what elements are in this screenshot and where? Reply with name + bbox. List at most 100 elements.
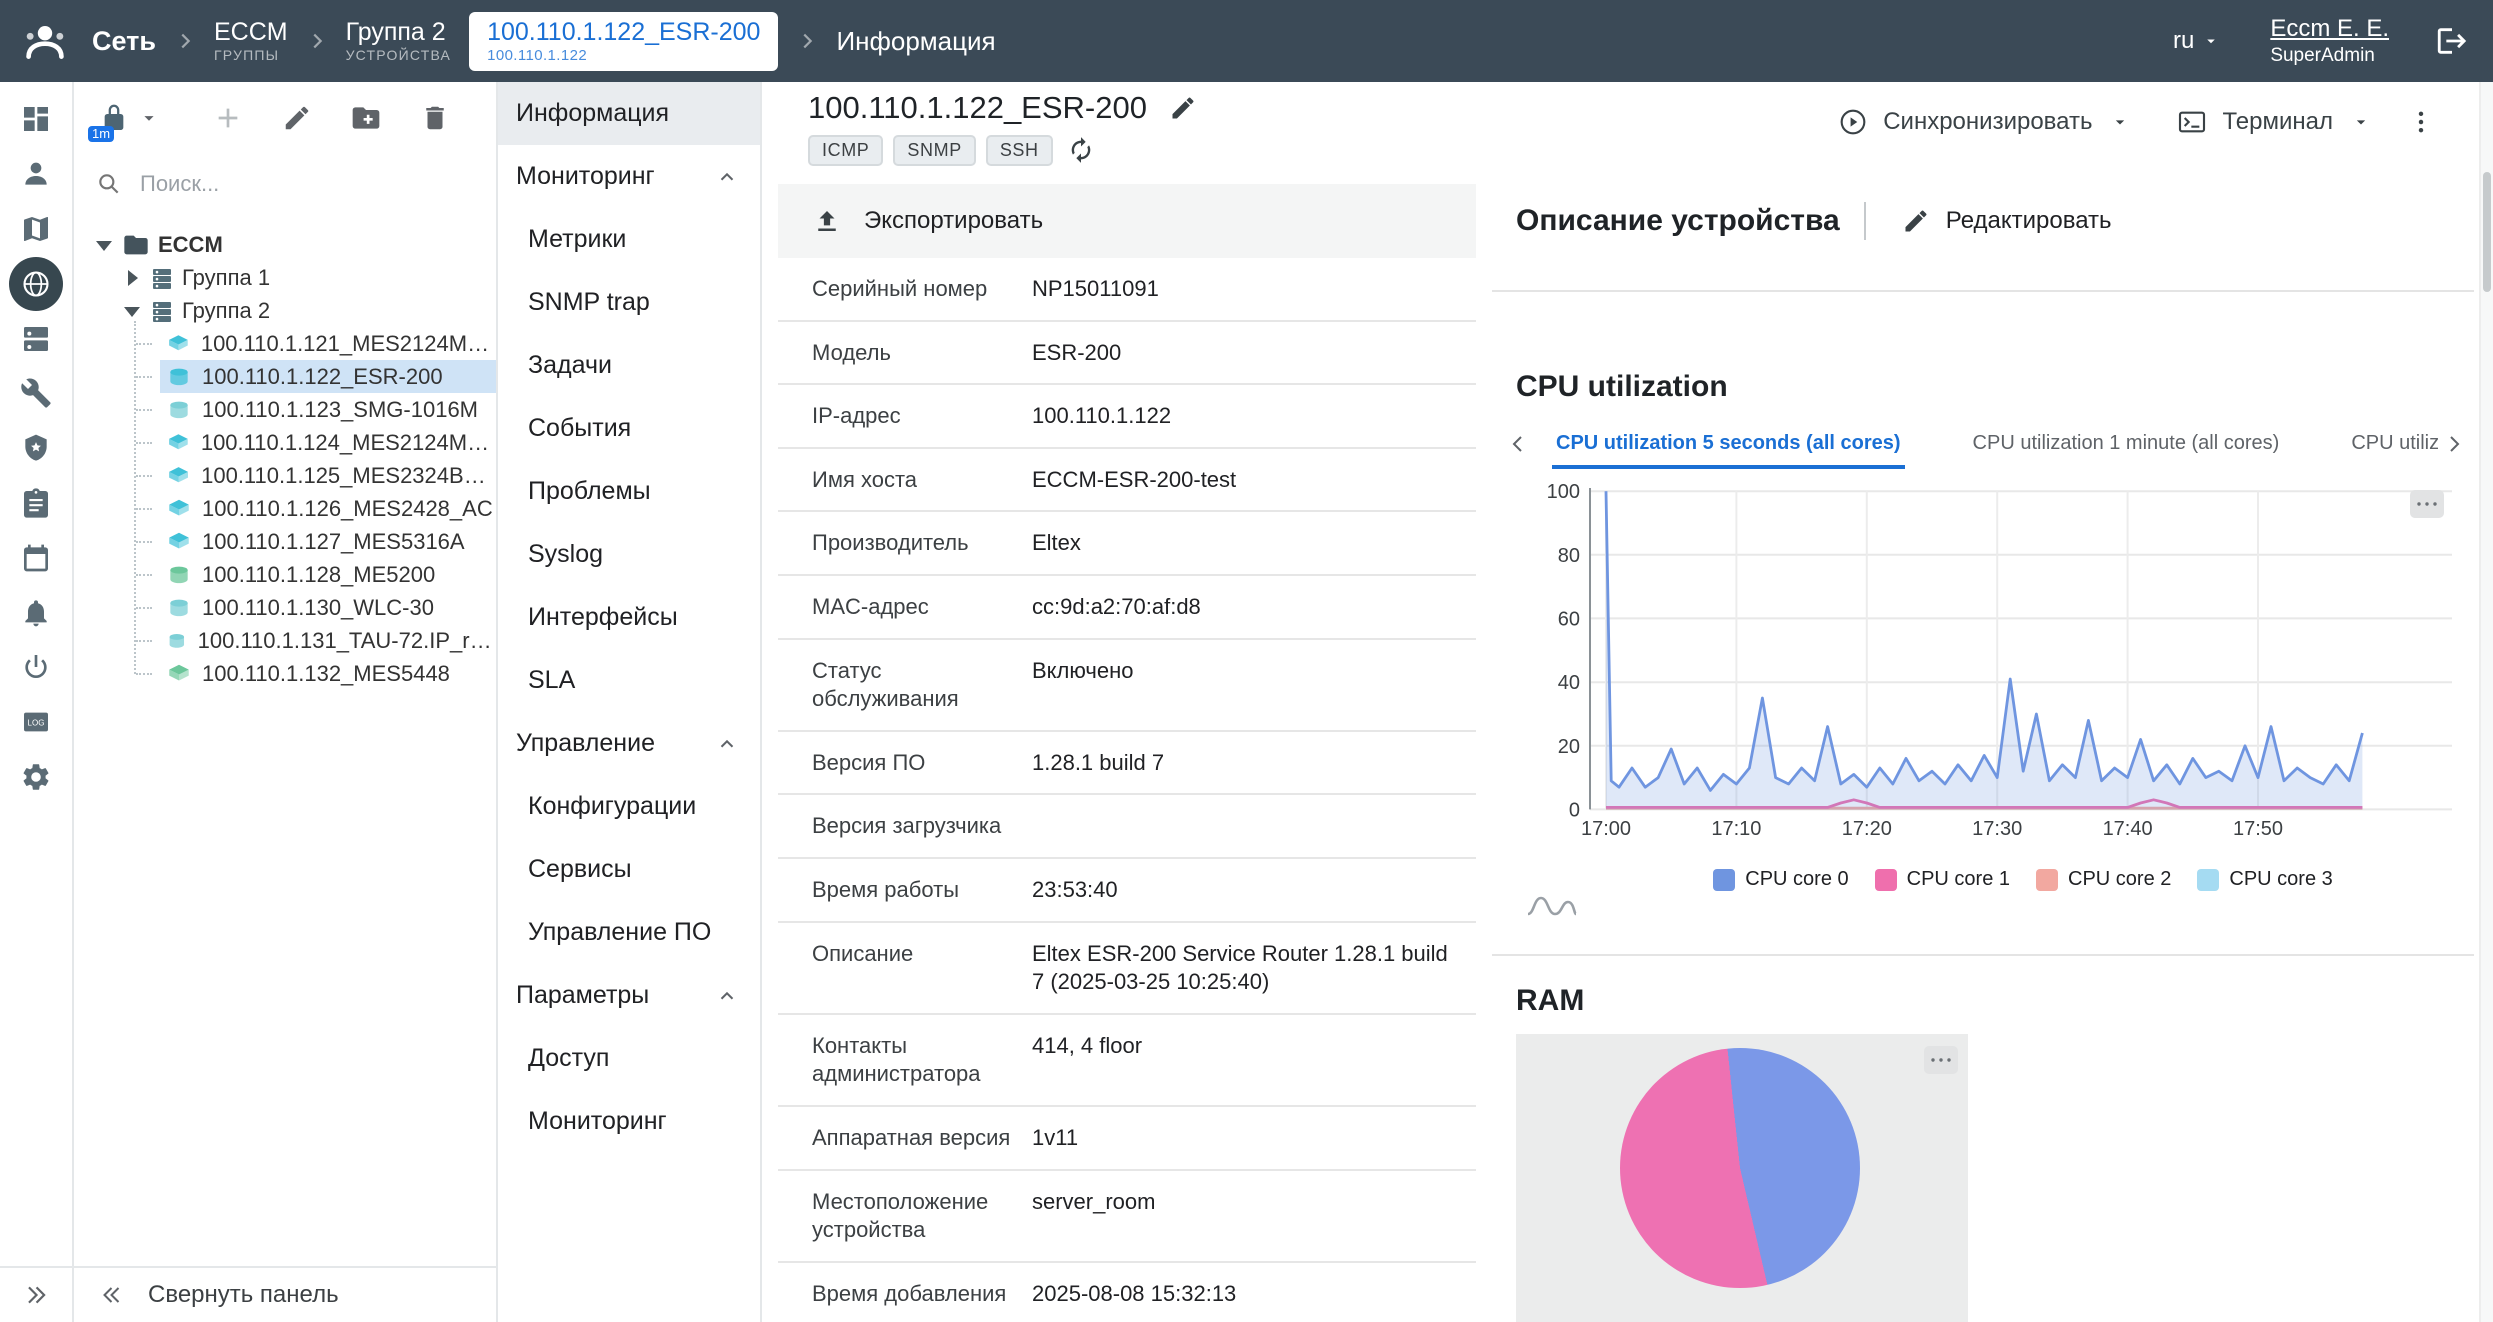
scrollbar-thumb[interactable] bbox=[2483, 172, 2491, 292]
rail-item-notifications[interactable] bbox=[9, 585, 63, 640]
tree-device-selected[interactable]: 100.110.1.122_ESR-200 bbox=[74, 360, 496, 393]
tree-device[interactable]: 100.110.1.131_TAU-72.IP_rev.D_AC bbox=[74, 624, 496, 657]
cpu-utilization-chart[interactable]: 02040608010017:0017:1017:2017:3017:4017:… bbox=[1516, 476, 2460, 848]
tree-device[interactable]: 100.110.1.121_MES2124M_AC bbox=[74, 327, 496, 360]
info-value: 1v11 bbox=[1032, 1124, 1476, 1153]
nav-item[interactable]: Управление ПО bbox=[498, 901, 760, 964]
rail-item-power[interactable] bbox=[9, 640, 63, 695]
tab-cpu-5s[interactable]: CPU utilization 5 seconds (all cores) bbox=[1552, 420, 1905, 469]
nav-item[interactable]: SNMP trap bbox=[498, 271, 760, 334]
tabs-scroll-right-button[interactable] bbox=[2438, 428, 2470, 460]
logout-button[interactable] bbox=[2431, 20, 2473, 62]
rail-item-calendar[interactable] bbox=[9, 530, 63, 585]
nav-item[interactable]: SLA bbox=[498, 649, 760, 712]
tree-device[interactable]: 100.110.1.126_MES2428_AC bbox=[74, 492, 496, 525]
tabs-scroll-left-button[interactable] bbox=[1502, 428, 1534, 460]
chevron-left-icon bbox=[1506, 432, 1530, 456]
add-device-button[interactable] bbox=[208, 98, 248, 138]
info-value: Eltex bbox=[1032, 529, 1476, 558]
nav-item[interactable]: Интерфейсы bbox=[498, 586, 760, 649]
bell-icon bbox=[20, 597, 52, 629]
nav-item[interactable]: Информация bbox=[498, 82, 760, 145]
tree-device[interactable]: 100.110.1.130_WLC-30 bbox=[74, 591, 496, 624]
rail-item-inventory[interactable] bbox=[9, 311, 63, 366]
tab-cpu-5m[interactable]: CPU utilizatio bbox=[2347, 420, 2438, 469]
tree-device[interactable]: 100.110.1.132_MES5448 bbox=[74, 657, 496, 690]
ellipsis-icon bbox=[2416, 500, 2438, 508]
legend-item[interactable]: CPU core 1 bbox=[1875, 868, 2010, 891]
tree-device[interactable]: 100.110.1.127_MES5316A bbox=[74, 525, 496, 558]
nav-item[interactable]: Syslog bbox=[498, 523, 760, 586]
export-button[interactable]: Экспортировать bbox=[778, 184, 1476, 258]
rail-item-accounts[interactable] bbox=[9, 147, 63, 202]
svg-text:17:00: 17:00 bbox=[1581, 818, 1631, 840]
legend-item[interactable]: CPU core 3 bbox=[2197, 868, 2332, 891]
tree-device[interactable]: 100.110.1.125_MES2324B_AC bbox=[74, 459, 496, 492]
expand-rail-button[interactable] bbox=[21, 1280, 51, 1310]
rail-item-map[interactable] bbox=[9, 202, 63, 257]
nav-section[interactable]: Управление bbox=[498, 712, 760, 775]
tree-root[interactable]: ECCM bbox=[74, 228, 496, 261]
rail-item-network[interactable] bbox=[9, 257, 63, 311]
rail-item-dashboard[interactable] bbox=[9, 92, 63, 147]
scrollbar-track[interactable] bbox=[2479, 82, 2493, 1322]
breadcrumb-group[interactable]: Группа 2 УСТРОЙСТВА bbox=[346, 19, 451, 63]
edit-description-button[interactable]: Редактировать bbox=[1890, 205, 2124, 237]
nav-section[interactable]: Мониторинг bbox=[498, 145, 760, 208]
rail-item-settings[interactable] bbox=[9, 750, 63, 805]
breadcrumb-group-root[interactable]: ECCM ГРУППЫ bbox=[214, 19, 288, 63]
tree-collapse-bar[interactable]: Свернуть панель bbox=[74, 1266, 498, 1322]
info-value: 2025-08-08 15:32:13 bbox=[1032, 1280, 1476, 1309]
range-preview-icon[interactable] bbox=[1526, 892, 1578, 918]
globe-icon bbox=[20, 268, 52, 300]
search-input[interactable] bbox=[136, 169, 474, 199]
tab-cpu-1m[interactable]: CPU utilization 1 minute (all cores) bbox=[1969, 420, 2284, 469]
power-icon bbox=[20, 651, 52, 683]
tree-device[interactable]: 100.110.1.123_SMG-1016M bbox=[74, 393, 496, 426]
tree-group[interactable]: Группа 1 bbox=[74, 261, 496, 294]
refresh-status-button[interactable] bbox=[1065, 134, 1097, 166]
ram-pie[interactable] bbox=[1620, 1048, 1860, 1288]
legend-item[interactable]: CPU core 0 bbox=[1713, 868, 1848, 891]
nav-item[interactable]: Проблемы bbox=[498, 460, 760, 523]
topbar: Сеть ECCM ГРУППЫ Группа 2 УСТРОЙСТВА 100… bbox=[0, 0, 2493, 82]
svg-text:100: 100 bbox=[1547, 481, 1580, 503]
ram-chart-menu-button[interactable] bbox=[1924, 1046, 1958, 1074]
rail-item-logs[interactable]: LOG bbox=[9, 695, 63, 750]
rail-item-security[interactable] bbox=[9, 421, 63, 476]
language-selector[interactable]: ru bbox=[2173, 27, 2220, 55]
nav-item[interactable]: Доступ bbox=[498, 1027, 760, 1090]
cpu-chart-menu-button[interactable] bbox=[2410, 490, 2444, 518]
rail-item-tools[interactable] bbox=[9, 366, 63, 421]
tree-guide bbox=[136, 673, 152, 675]
nav-item[interactable]: События bbox=[498, 397, 760, 460]
nav-section[interactable]: Параметры bbox=[498, 964, 760, 1027]
user-menu[interactable]: Eccm E. E. SuperAdmin bbox=[2270, 13, 2389, 69]
tree-group[interactable]: Группа 2 bbox=[74, 294, 496, 327]
device-title-row: 100.110.1.122_ESR-200 bbox=[808, 90, 1199, 126]
polling-interval-caret[interactable] bbox=[134, 103, 164, 133]
breadcrumb-page[interactable]: Информация bbox=[836, 26, 995, 57]
rename-device-button[interactable] bbox=[1167, 92, 1199, 124]
svg-text:0: 0 bbox=[1569, 799, 1580, 821]
eccm-logo[interactable] bbox=[20, 16, 70, 66]
nav-item[interactable]: Задачи bbox=[498, 334, 760, 397]
nav-item[interactable]: Конфигурации bbox=[498, 775, 760, 838]
info-value: 1.28.1 build 7 bbox=[1032, 749, 1476, 778]
user-name[interactable]: Eccm E. E. bbox=[2270, 13, 2389, 44]
nav-item[interactable]: Метрики bbox=[498, 208, 760, 271]
info-row: Время работы23:53:40 bbox=[778, 859, 1476, 923]
breadcrumb-device-current[interactable]: 100.110.1.122_ESR-200 100.110.1.122 bbox=[469, 12, 778, 71]
tree-device[interactable]: 100.110.1.124_MES2124M_AC bbox=[74, 426, 496, 459]
edit-device-button[interactable] bbox=[278, 99, 316, 137]
delete-device-button[interactable] bbox=[416, 99, 454, 137]
legend-item[interactable]: CPU core 2 bbox=[2036, 868, 2171, 891]
breadcrumb-network[interactable]: Сеть bbox=[92, 26, 156, 57]
description-header: Описание устройства Редактировать bbox=[1516, 202, 2124, 240]
tree-device[interactable]: 100.110.1.128_ME5200 bbox=[74, 558, 496, 591]
nav-item[interactable]: Сервисы bbox=[498, 838, 760, 901]
add-group-button[interactable] bbox=[346, 98, 386, 138]
rail-item-tasks[interactable] bbox=[9, 476, 63, 531]
nav-item[interactable]: Мониторинг bbox=[498, 1090, 760, 1153]
polling-interval-button[interactable]: 1m bbox=[94, 98, 134, 138]
